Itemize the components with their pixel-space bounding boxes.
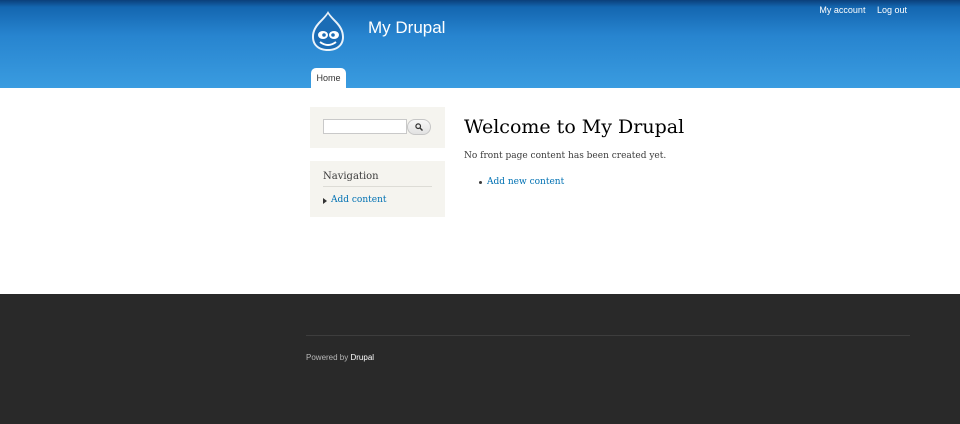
log-out-link[interactable]: Log out xyxy=(877,5,907,15)
site-header: My Drupal My account Log out Home xyxy=(0,0,960,88)
nav-add-content-link[interactable]: Add content xyxy=(331,195,387,205)
drupal-drop-icon xyxy=(312,11,344,51)
drupal-logo[interactable] xyxy=(308,10,348,52)
navigation-title: Navigation xyxy=(323,171,379,182)
navigation-divider xyxy=(323,186,432,187)
secondary-menu: My account Log out xyxy=(810,5,907,15)
site-name[interactable]: My Drupal xyxy=(368,18,445,38)
search-block xyxy=(310,107,445,148)
navigation-block: Navigation Add content xyxy=(310,161,445,217)
page-title: Welcome to My Drupal xyxy=(464,116,685,138)
add-new-content-link[interactable]: Add new content xyxy=(487,177,564,187)
search-input[interactable] xyxy=(323,119,407,134)
drupal-footer-link[interactable]: Drupal xyxy=(350,353,374,362)
powered-by-text: Powered by xyxy=(306,353,349,362)
tab-home[interactable]: Home xyxy=(311,68,346,88)
site-footer: Powered by Drupal xyxy=(0,294,960,424)
front-page-message: No front page content has been created y… xyxy=(464,151,667,161)
my-account-link[interactable]: My account xyxy=(819,5,865,15)
powered-by: Powered by Drupal xyxy=(306,353,374,362)
bullet-icon xyxy=(479,181,482,184)
search-button[interactable] xyxy=(407,119,431,135)
footer-divider xyxy=(306,335,910,336)
search-icon xyxy=(415,123,423,131)
triangle-bullet-icon xyxy=(323,198,327,204)
